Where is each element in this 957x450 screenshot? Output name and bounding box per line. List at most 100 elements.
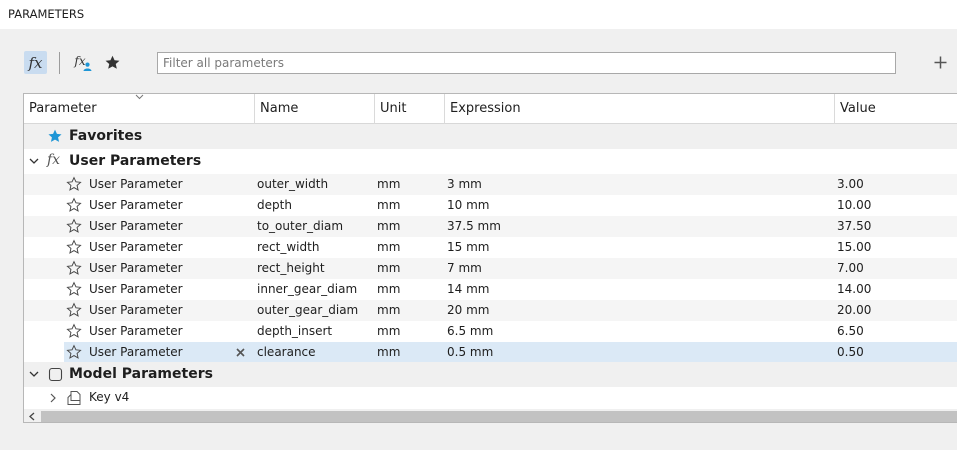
table-row[interactable]: User Parameter depth mm 10 mm 10.00 <box>24 195 957 216</box>
favorite-star-outline-icon[interactable] <box>66 343 82 361</box>
group-user-parameters[interactable]: fx User Parameters <box>24 149 957 174</box>
column-header-name-label: Name <box>260 101 299 116</box>
favorite-star-outline-icon[interactable] <box>66 259 82 277</box>
cell-parameter: User Parameter <box>89 261 183 275</box>
cell-name[interactable]: outer_gear_diam <box>257 300 358 321</box>
cell-parameter: User Parameter <box>89 303 183 317</box>
cell-unit: mm <box>377 261 401 275</box>
favorite-star-outline-icon[interactable] <box>66 322 82 340</box>
cell-unit: mm <box>377 198 401 212</box>
cell-parameter: User Parameter <box>89 219 183 233</box>
cell-parameter: User Parameter <box>89 240 183 254</box>
user-badge-icon <box>83 62 92 71</box>
body-icon <box>67 391 81 405</box>
cell-unit: mm <box>377 345 401 359</box>
cell-expression[interactable]: 0.5 mm <box>447 342 493 363</box>
group-favorites[interactable]: Favorites <box>24 124 957 149</box>
model-component-label: Key v4 <box>89 390 130 404</box>
column-header-parameter-label: Parameter <box>29 101 97 116</box>
cell-expression[interactable]: 7 mm <box>447 258 482 279</box>
column-header-parameter[interactable]: Parameter <box>24 94 254 124</box>
group-model-parameters-label: Model Parameters <box>69 366 213 382</box>
cell-parameter: User Parameter <box>89 198 183 212</box>
cell-value: 37.50 <box>837 219 872 233</box>
column-header-unit-label: Unit <box>380 101 407 116</box>
cell-unit: mm <box>377 303 401 317</box>
group-model-parameters[interactable]: Model Parameters <box>24 362 957 387</box>
cell-parameter: User Parameter <box>89 345 183 359</box>
star-filled-icon <box>105 55 119 69</box>
chevron-right-icon[interactable] <box>50 393 57 403</box>
cell-value: 0.50 <box>837 345 864 359</box>
cell-expression[interactable]: 14 mm <box>447 279 489 300</box>
horizontal-scrollbar[interactable] <box>24 409 957 422</box>
table-row[interactable]: User Parameter depth_insert mm 6.5 mm 6.50 <box>24 321 957 342</box>
fx-icon: fx <box>28 53 43 72</box>
favorite-star-outline-icon[interactable] <box>66 196 82 214</box>
favorites-star-icon <box>48 129 62 142</box>
model-parameters-button[interactable]: fx <box>72 51 94 74</box>
panel-title: PARAMETERS <box>8 7 85 21</box>
cell-unit: mm <box>377 240 401 254</box>
cell-value: 10.00 <box>837 198 872 212</box>
delete-parameter-icon[interactable] <box>236 348 245 357</box>
model-component-row[interactable]: Key v4 <box>24 387 957 409</box>
favorite-star-outline-icon[interactable] <box>66 238 82 256</box>
table-row[interactable]: User Parameter clearance mm 0.5 mm 0.50 <box>64 342 957 363</box>
favorite-star-outline-icon[interactable] <box>66 301 82 319</box>
column-header-value[interactable]: Value <box>834 94 957 124</box>
cell-expression[interactable]: 10 mm <box>447 195 489 216</box>
component-icon <box>48 367 63 382</box>
cell-expression[interactable]: 3 mm <box>447 174 482 195</box>
add-parameter-button[interactable] <box>929 51 951 74</box>
chevron-down-icon[interactable] <box>29 158 39 165</box>
table-header: Parameter Name Unit Expression Value <box>24 94 957 124</box>
favorite-star-outline-icon[interactable] <box>66 175 82 193</box>
column-header-expression-label: Expression <box>450 101 521 116</box>
cell-value: 6.50 <box>837 324 864 338</box>
cell-name[interactable]: rect_height <box>257 258 325 279</box>
cell-parameter: User Parameter <box>89 282 183 296</box>
filter-parameters-input[interactable] <box>157 52 896 74</box>
cell-name[interactable]: to_outer_diam <box>257 216 343 237</box>
cell-name[interactable]: outer_width <box>257 174 328 195</box>
favorite-star-outline-icon[interactable] <box>66 217 82 235</box>
column-header-expression[interactable]: Expression <box>444 94 834 124</box>
column-header-value-label: Value <box>840 101 876 116</box>
cell-unit: mm <box>377 177 401 191</box>
cell-value: 7.00 <box>837 261 864 275</box>
table-row[interactable]: User Parameter outer_width mm 3 mm 3.00 <box>24 174 957 195</box>
cell-parameter: User Parameter <box>89 324 183 338</box>
column-header-name[interactable]: Name <box>254 94 374 124</box>
sort-caret-icon <box>135 94 144 100</box>
cell-expression[interactable]: 37.5 mm <box>447 216 501 237</box>
cell-parameter: User Parameter <box>89 177 183 191</box>
cell-name[interactable]: rect_width <box>257 237 319 258</box>
cell-expression[interactable]: 15 mm <box>447 237 489 258</box>
cell-value: 3.00 <box>837 177 864 191</box>
cell-expression[interactable]: 6.5 mm <box>447 321 493 342</box>
column-header-unit[interactable]: Unit <box>374 94 444 124</box>
table-row[interactable]: User Parameter inner_gear_diam mm 14 mm 14.0… <box>24 279 957 300</box>
toolbar-divider <box>59 52 60 74</box>
table-row[interactable]: User Parameter rect_width mm 15 mm 15.00 <box>24 237 957 258</box>
cell-name[interactable]: clearance <box>257 342 316 363</box>
table-row[interactable]: User Parameter outer_gear_diam mm 20 mm 20.0… <box>24 300 957 321</box>
user-parameters-fx-button[interactable]: fx <box>24 51 47 74</box>
scroll-left-arrow-icon[interactable] <box>29 412 35 421</box>
cell-name[interactable]: depth <box>257 195 292 216</box>
favorites-filter-button[interactable] <box>102 51 122 74</box>
cell-name[interactable]: depth_insert <box>257 321 332 342</box>
chevron-down-icon[interactable] <box>29 371 39 378</box>
cell-unit: mm <box>377 219 401 233</box>
scrollbar-thumb[interactable] <box>41 411 957 422</box>
table-row[interactable]: User Parameter rect_height mm 7 mm 7.00 <box>24 258 957 279</box>
cell-expression[interactable]: 20 mm <box>447 300 489 321</box>
cell-value: 14.00 <box>837 282 872 296</box>
group-favorites-label: Favorites <box>69 128 143 144</box>
favorite-star-outline-icon[interactable] <box>66 280 82 298</box>
panel-titlebar: PARAMETERS <box>0 0 957 29</box>
cell-name[interactable]: inner_gear_diam <box>257 279 357 300</box>
table-row[interactable]: User Parameter to_outer_diam mm 37.5 mm 37.5… <box>24 216 957 237</box>
cell-value: 20.00 <box>837 303 872 317</box>
